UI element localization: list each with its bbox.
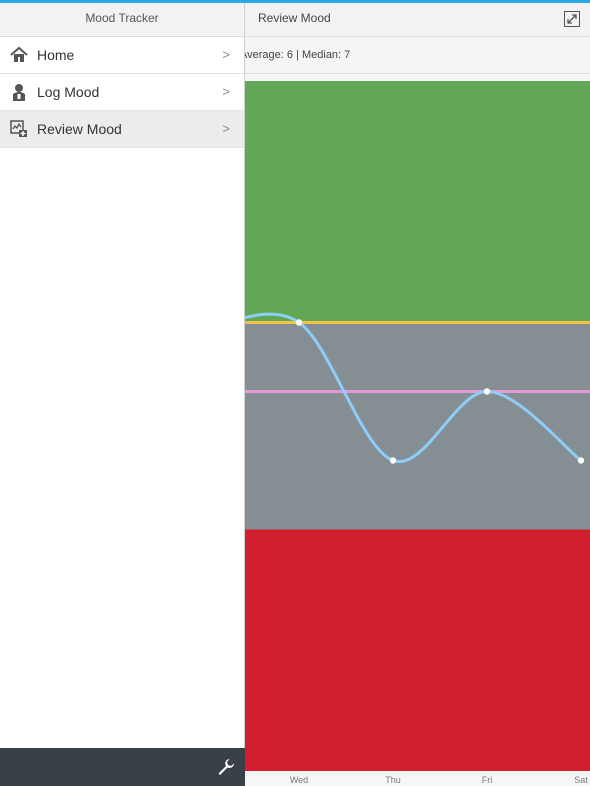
x-tick-label-sat: Sat: [574, 775, 588, 785]
stats-bar: Average: 6 | Median: 7: [244, 37, 590, 74]
x-tick-label-wed: Wed: [290, 775, 308, 785]
chevron-right-icon: >: [222, 84, 230, 99]
expand-icon[interactable]: [564, 11, 580, 27]
wrench-icon[interactable]: [217, 758, 235, 776]
sidebar-item-log-mood[interactable]: Log Mood >: [0, 74, 244, 111]
sidebar-item-review-mood[interactable]: Review Mood >: [0, 111, 244, 148]
main-panel: Review Mood Average: 6 | Median: 7 Wed Th…: [244, 3, 590, 786]
sidebar: Mood Tracker Home > Log Mood > Review Mo…: [0, 3, 245, 786]
mood-band-1: [244, 322, 590, 530]
data-point-thu: [389, 457, 397, 464]
mood-band-0: [244, 81, 590, 323]
data-point-wed: [295, 319, 303, 326]
page-title: Review Mood: [258, 11, 331, 25]
sidebar-item-label: Home: [37, 47, 75, 63]
main-header: Review Mood: [244, 3, 590, 37]
home-icon: [10, 46, 28, 62]
chevron-right-icon: >: [222, 47, 230, 62]
sidebar-item-label: Review Mood: [37, 121, 122, 137]
data-point-fri: [483, 388, 491, 395]
data-point-sat: [577, 457, 585, 464]
stats-text: Average: 6 | Median: 7: [244, 49, 351, 61]
review-chart-icon: [10, 120, 27, 137]
chevron-right-icon: >: [222, 121, 230, 136]
x-tick-label-thu: Thu: [385, 775, 401, 785]
sidebar-item-label: Log Mood: [37, 84, 100, 100]
mood-band-2: [244, 529, 590, 771]
mood-chart: Wed Thu Fri Sat: [244, 81, 590, 785]
sidebar-footer: [0, 748, 245, 786]
sidebar-item-home[interactable]: Home >: [0, 37, 244, 74]
sidebar-title: Mood Tracker: [85, 11, 159, 25]
sidebar-header: Mood Tracker: [0, 3, 244, 37]
person-icon: [13, 84, 25, 101]
x-tick-label-fri: Fri: [482, 775, 493, 785]
